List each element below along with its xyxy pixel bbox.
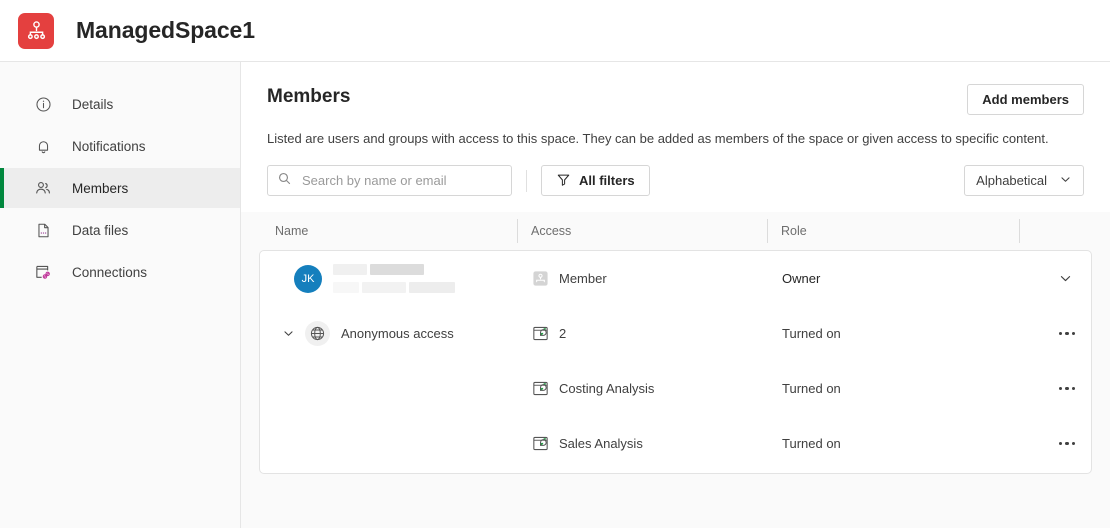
search-input[interactable] [300,172,502,189]
row-access-cell: Sales Analysis [518,435,768,452]
document-icon [34,221,52,239]
row-name-label: Anonymous access [341,326,454,341]
sort-dropdown[interactable]: Alphabetical [964,165,1084,196]
sidebar-item-details[interactable]: Details [0,84,240,124]
row-name-cell: Anonymous access [268,321,518,346]
sidebar: Details Notifications Members Data files… [0,62,241,528]
globe-icon [305,321,330,346]
space-member-icon [532,270,549,287]
redacted-user-name [333,264,455,293]
sidebar-item-connections[interactable]: Connections [0,252,240,292]
row-role-label: Turned on [782,436,841,451]
app-icon [532,435,549,452]
sidebar-item-label: Details [72,96,114,112]
row-access-cell: Costing Analysis [518,380,768,397]
row-actions-cell [1020,267,1091,291]
sidebar-item-members[interactable]: Members [0,168,240,208]
sidebar-item-label: Members [72,180,129,196]
row-role-label: Owner [782,271,821,286]
role-dropdown-chevron-down-icon[interactable] [1053,267,1077,291]
row-access-cell: Member [518,270,768,287]
members-table: Name Access Role JK Member Owner Anonymo… [241,212,1110,528]
search-icon [277,171,292,191]
row-actions-cell [1020,322,1091,346]
sidebar-item-notifications[interactable]: Notifications [0,126,240,166]
row-role-cell: Turned on [768,381,1020,396]
toolbar: All filters Alphabetical [241,147,1110,196]
header-row: Members Add members [267,84,1084,115]
main-content: Members Add members Listed are users and… [241,62,1110,528]
avatar: JK [294,264,322,293]
table-row[interactable]: Sales Analysis Turned on [260,416,1091,471]
app-icon [532,325,549,342]
row-access-label: Sales Analysis [559,436,643,451]
main-header: Members Add members Listed are users and… [241,62,1110,147]
row-role-label: Turned on [782,381,841,396]
members-card: JK Member Owner Anonymous access 2 Turne… [259,250,1092,474]
topbar: ManagedSpace1 [0,0,1110,62]
people-icon [34,179,52,197]
column-header-name: Name [275,224,309,238]
sidebar-item-label: Data files [72,222,129,238]
page-title: Members [267,86,351,107]
app-icon [532,380,549,397]
more-options-icon[interactable] [1052,322,1082,346]
info-circle-icon [34,95,52,113]
row-access-label: Member [559,271,607,286]
page-description: Listed are users and groups with access … [267,131,1049,146]
funnel-icon [556,172,571,190]
more-options-icon[interactable] [1052,377,1082,401]
row-role-cell: Turned on [768,436,1020,451]
row-name-cell: JK [268,264,518,293]
column-header-role: Role [767,216,1019,246]
row-actions-cell [1020,377,1091,401]
connections-icon [34,263,52,281]
row-role-cell: Owner [768,271,1020,286]
toolbar-divider [526,169,527,192]
toolbar-right: Alphabetical [964,165,1084,196]
table-row[interactable]: JK Member Owner [260,251,1091,306]
row-role-label: Turned on [782,326,841,341]
space-icon [18,12,54,49]
row-actions-cell [1020,432,1091,456]
bell-icon [34,137,52,155]
sort-label: Alphabetical [976,173,1047,188]
row-access-label: Costing Analysis [559,381,655,396]
table-row[interactable]: Costing Analysis Turned on [260,361,1091,416]
column-header-actions [1019,216,1092,246]
all-filters-label: All filters [579,173,635,188]
row-access-label: 2 [559,326,567,341]
sidebar-item-label: Notifications [72,138,146,154]
space-title: ManagedSpace1 [76,17,255,43]
search-box[interactable] [267,165,512,196]
column-header-access: Access [517,216,767,246]
sidebar-item-label: Connections [72,264,148,280]
add-members-button[interactable]: Add members [967,84,1084,115]
chevron-down-icon [1059,173,1072,189]
all-filters-button[interactable]: All filters [541,165,650,196]
row-role-cell: Turned on [768,326,1020,341]
table-row[interactable]: Anonymous access 2 Turned on [260,306,1091,361]
sidebar-item-data-files[interactable]: Data files [0,210,240,250]
expand-chevron-down-icon[interactable] [280,326,296,342]
row-access-cell: 2 [518,325,768,342]
table-header-row: Name Access Role [259,212,1092,250]
more-options-icon[interactable] [1052,432,1082,456]
